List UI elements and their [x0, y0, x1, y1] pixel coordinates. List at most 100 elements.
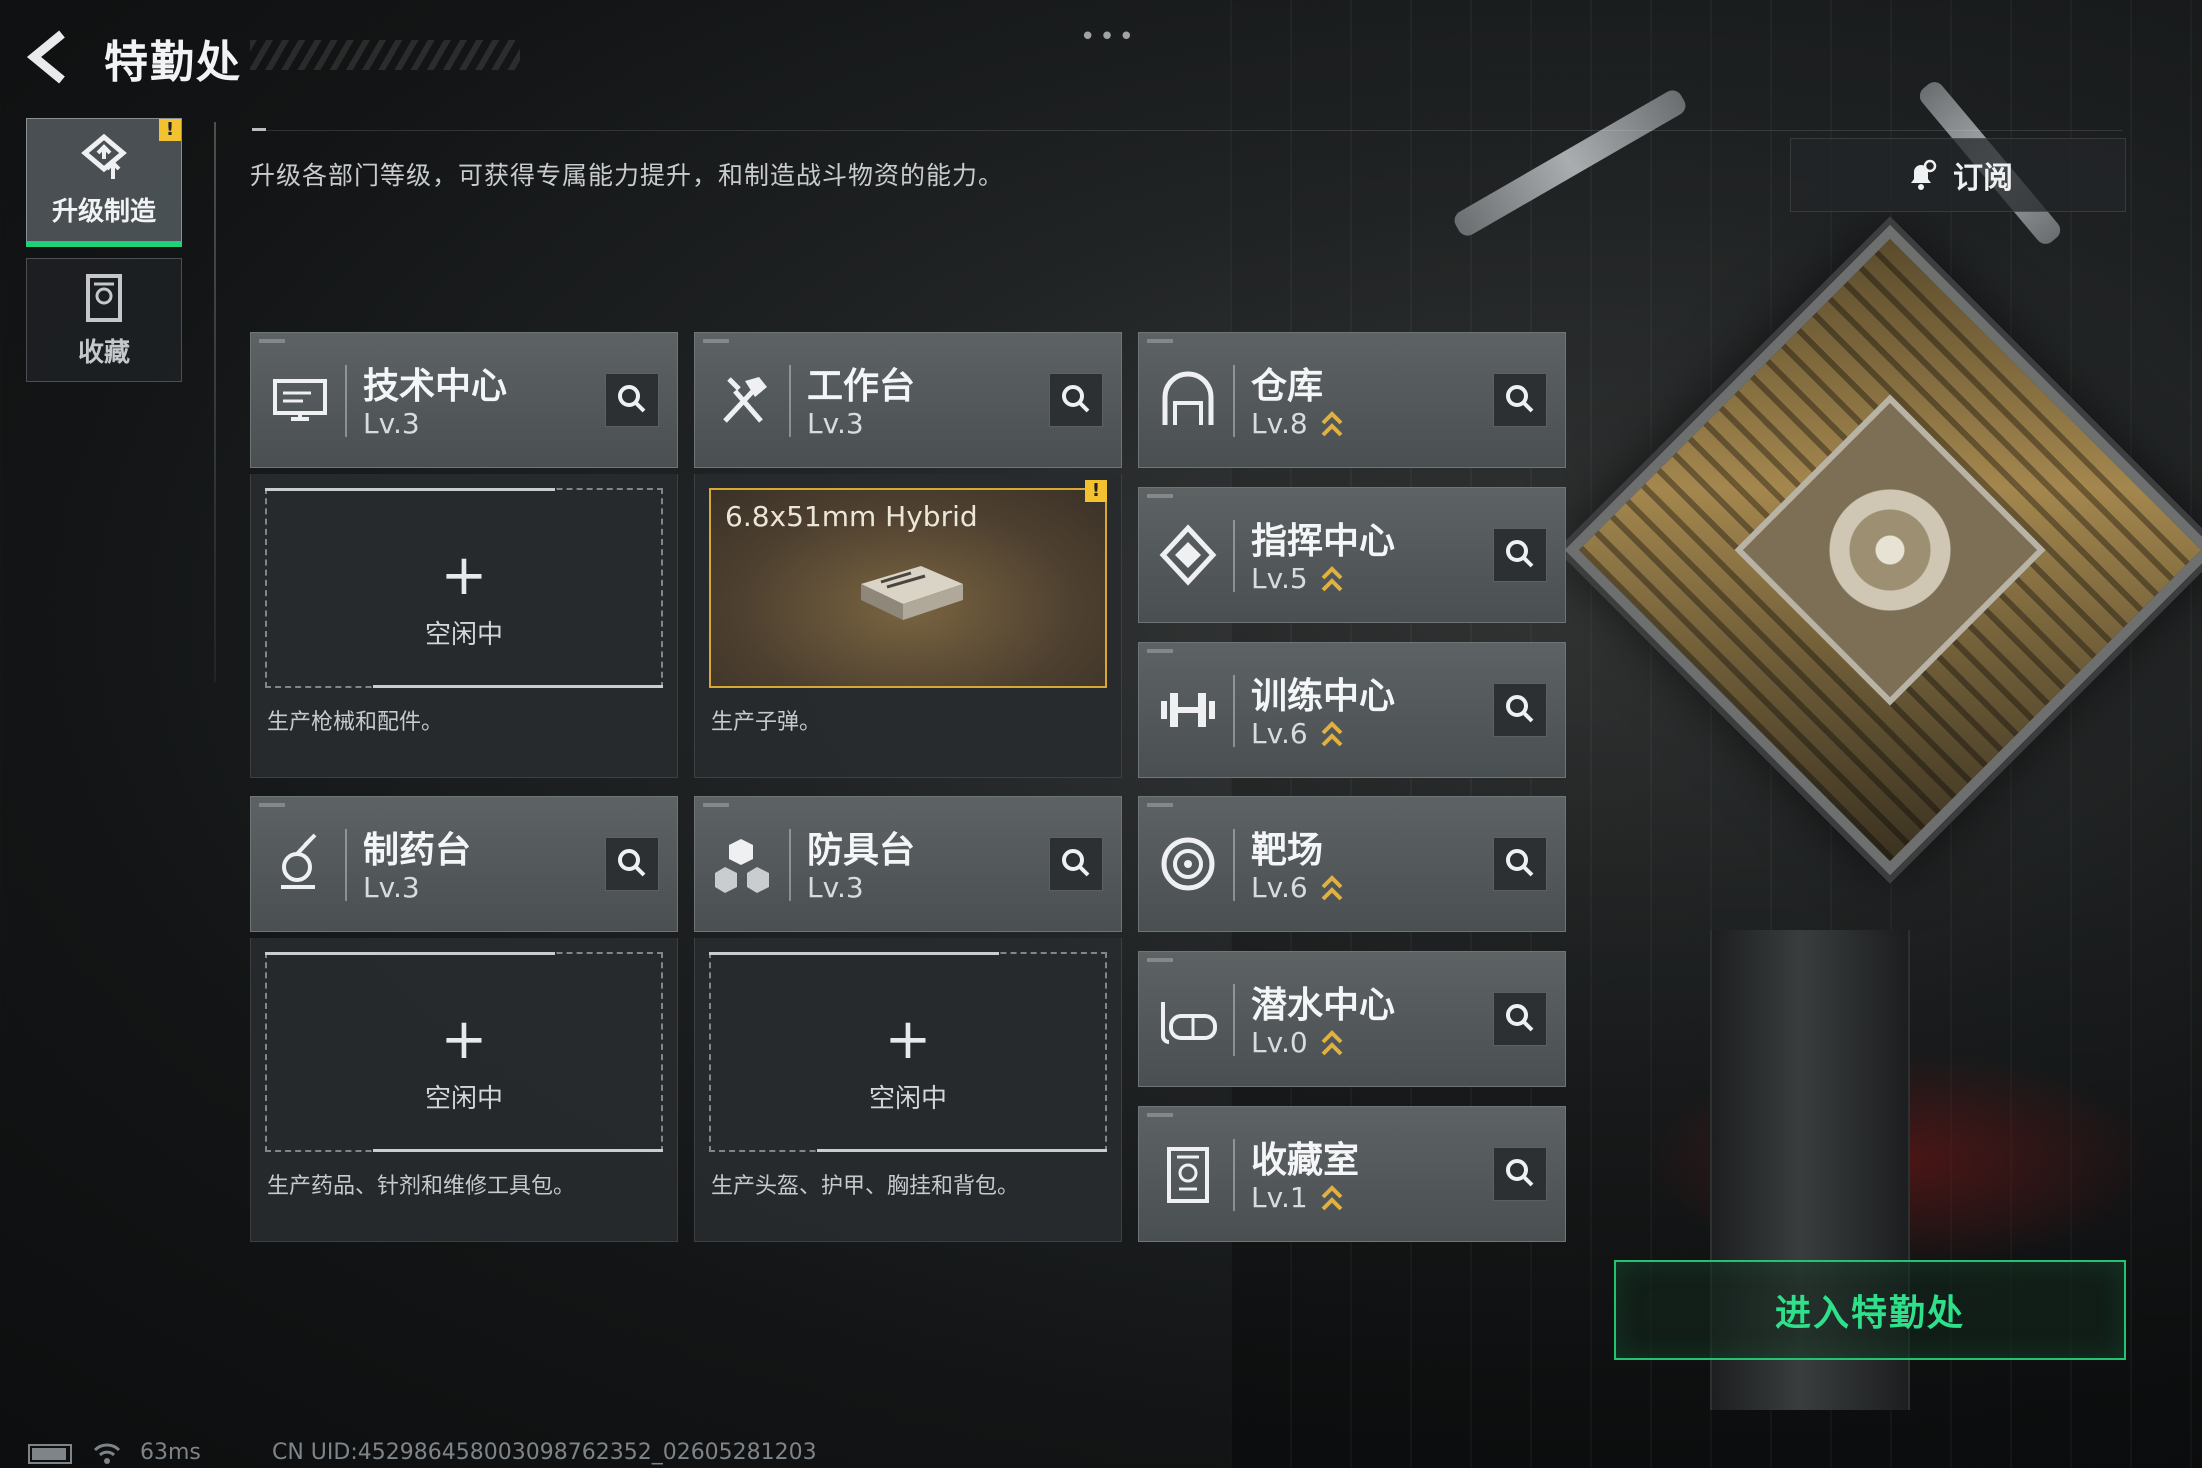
facility-info: 生产子弹。	[711, 710, 822, 735]
facility-card-tech-center[interactable]: 技术中心 Lv.3	[250, 332, 678, 468]
facility-name: 防具台	[807, 830, 916, 871]
facility-panel-pharmacy: + 空闲中 生产药品、针剂和维修工具包。	[250, 938, 678, 1242]
production-slot[interactable]: + 空闲中	[709, 952, 1107, 1152]
divider	[252, 128, 266, 131]
facility-level: Lv.3	[363, 871, 420, 904]
warehouse-icon	[1162, 371, 1214, 425]
more-dots-icon[interactable]: •••	[1080, 22, 1138, 52]
add-icon: +	[440, 1007, 488, 1072]
facility-name: 仓库	[1251, 366, 1324, 407]
command-center-icon	[1159, 524, 1217, 586]
facility-level: Lv.6	[1251, 717, 1308, 750]
enter-button[interactable]: 进入特勤处	[1614, 1260, 2126, 1360]
page-description: 升级各部门等级，可获得专属能力提升，和制造战斗物资的能力。	[250, 161, 1005, 190]
search-button[interactable]	[605, 373, 659, 427]
production-slot[interactable]: + 空闲中	[265, 488, 663, 688]
facility-level: Lv.3	[807, 871, 864, 904]
back-arrow-icon[interactable]	[22, 28, 80, 86]
facility-card-collection-room[interactable]: 收藏室 Lv.1	[1138, 1106, 1566, 1242]
wifi-icon	[93, 1443, 121, 1464]
facility-panel-workbench: 6.8x51mm Hybrid ! 生产子弹。	[694, 474, 1122, 778]
search-icon	[618, 849, 646, 877]
search-button[interactable]	[1493, 992, 1547, 1046]
search-icon	[1506, 695, 1534, 723]
facility-info: 生产药品、针剂和维修工具包。	[267, 1174, 576, 1199]
facility-name: 技术中心	[363, 366, 508, 407]
facility-level: Lv.3	[807, 407, 864, 440]
subscribe-button[interactable]: 订阅	[1790, 138, 2126, 212]
top-bar: 特勤处 •••	[0, 0, 2202, 110]
status-bar: 63ms CN UID:452986458003098762352_026052…	[0, 1438, 2202, 1468]
sidebar-item-collection[interactable]: 收藏	[26, 258, 182, 382]
facility-card-warehouse[interactable]: 仓库 Lv.8	[1138, 332, 1566, 468]
ping-readout: 63ms	[140, 1440, 201, 1465]
shooting-range-icon	[1161, 837, 1215, 891]
sidebar-item-label: 收藏	[77, 337, 130, 368]
search-button[interactable]	[1049, 837, 1103, 891]
tech-center-icon	[273, 379, 327, 421]
search-icon	[1506, 385, 1534, 413]
upgrade-arrow-icon	[1321, 411, 1343, 437]
upgrade-arrow-icon	[1321, 721, 1343, 747]
search-icon	[1062, 385, 1090, 413]
armor-bench-icon	[715, 839, 769, 893]
facility-card-training-center[interactable]: 训练中心 Lv.6	[1138, 642, 1566, 778]
search-icon	[1506, 849, 1534, 877]
search-button[interactable]	[1493, 373, 1547, 427]
facility-level: Lv.0	[1251, 1026, 1308, 1059]
search-icon	[1506, 1004, 1534, 1032]
facility-name: 潜水中心	[1251, 985, 1396, 1026]
facility-card-pharmacy[interactable]: 制药台 Lv.3	[250, 796, 678, 932]
warning-badge: !	[159, 119, 181, 141]
ammo-box-icon	[861, 566, 963, 620]
collection-icon	[86, 273, 122, 322]
facility-cube-model	[1564, 224, 2202, 876]
battery-icon	[28, 1444, 72, 1464]
search-button[interactable]	[1493, 683, 1547, 737]
facility-name: 工作台	[807, 366, 916, 407]
upgrade-arrow-icon	[1321, 566, 1343, 592]
production-slot[interactable]: + 空闲中	[265, 952, 663, 1152]
facility-info: 生产枪械和配件。	[267, 710, 444, 735]
search-icon	[1062, 849, 1090, 877]
search-button[interactable]	[1049, 373, 1103, 427]
sidebar-item-label: 升级制造	[51, 196, 156, 227]
upgrade-arrow-icon	[1321, 875, 1343, 901]
facility-level: Lv.8	[1251, 407, 1308, 440]
slot-status: 空闲中	[868, 1084, 947, 1114]
page-title: 特勤处	[104, 37, 242, 88]
search-button[interactable]	[605, 837, 659, 891]
search-icon	[1506, 540, 1534, 568]
collection-room-icon	[1167, 1147, 1209, 1203]
facility-card-armor-bench[interactable]: 防具台 Lv.3	[694, 796, 1122, 932]
warning-badge: !	[1085, 480, 1107, 502]
divider	[252, 130, 2122, 131]
sidebar-item-upgrade[interactable]: 升级制造 !	[26, 118, 182, 247]
uid-readout: CN UID:452986458003098762352_02605281203	[272, 1440, 817, 1465]
search-button[interactable]	[1493, 528, 1547, 582]
facility-card-diving-center[interactable]: 潜水中心 Lv.0	[1138, 951, 1566, 1087]
search-button[interactable]	[1493, 1147, 1547, 1201]
facility-info: 生产头盔、护甲、胸挂和背包。	[711, 1174, 1020, 1199]
facility-card-workbench[interactable]: 工作台 Lv.3	[694, 332, 1122, 468]
facility-name: 制药台	[363, 830, 472, 871]
divider	[214, 122, 216, 682]
add-icon: +	[884, 1007, 932, 1072]
facility-level: Lv.6	[1251, 871, 1308, 904]
production-slot[interactable]: 6.8x51mm Hybrid !	[709, 480, 1107, 688]
upgrade-arrow-icon	[1321, 1185, 1343, 1211]
facility-card-shooting-range[interactable]: 靶场 Lv.6	[1138, 796, 1566, 932]
subscribe-label: 订阅	[1953, 161, 2013, 196]
facility-card-command-center[interactable]: 指挥中心 Lv.5	[1138, 487, 1566, 623]
pharmacy-icon	[281, 833, 317, 889]
facility-name: 指挥中心	[1251, 521, 1396, 562]
training-center-icon	[1161, 693, 1215, 727]
facility-panel-tech-center: + 空闲中 生产枪械和配件。	[250, 474, 678, 778]
search-button[interactable]	[1493, 837, 1547, 891]
search-icon	[1506, 1159, 1534, 1187]
bell-icon	[1911, 159, 1937, 190]
slot-status: 空闲中	[424, 1084, 503, 1114]
facility-name: 靶场	[1251, 830, 1324, 871]
facility-name: 收藏室	[1251, 1140, 1360, 1181]
workbench-icon	[723, 377, 767, 423]
